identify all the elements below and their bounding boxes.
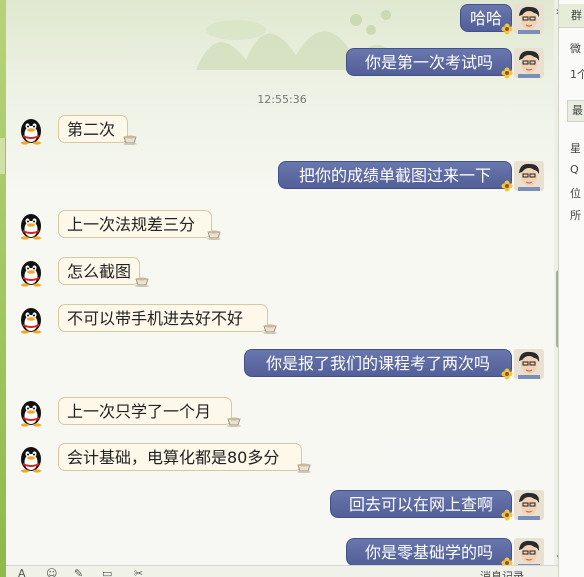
message-bubble: 回去可以在网上查啊 [330,490,512,518]
user-avatar[interactable] [514,538,544,565]
side-panel-line: 位 [570,187,581,200]
outgoing-message: 你是第一次考试吗 [6,48,558,82]
message-bubble: 你是报了我们的课程考了两次吗 [244,349,512,377]
incoming-message: 上一次只学了一个月 [6,397,558,431]
image-icon[interactable]: ▭ [102,568,112,577]
side-panel-line: 1个 [570,68,584,81]
user-avatar[interactable] [514,161,544,191]
teacup-icon [206,228,222,243]
side-panel-tab-recent[interactable]: 最 [567,100,584,122]
side-panel-line: Q [570,163,579,176]
message-bubble: 你是零基础学的吗 [346,538,512,565]
outgoing-message: 哈哈 [6,4,558,38]
outgoing-message: 回去可以在网上查啊 [6,490,558,524]
teacup-icon [226,415,242,430]
outgoing-message: 你是零基础学的吗 [6,538,558,565]
chat-message-area: 12:55:36 哈哈你是第一次考试吗第二次把你的成绩单截图过来一下上一次法规差… [6,0,558,565]
incoming-message: 上一次法规差三分 [6,210,558,244]
qq-penguin-icon[interactable] [16,443,46,473]
qq-penguin-icon[interactable] [16,397,46,427]
scissors-icon[interactable]: ✂ [134,568,143,577]
qq-penguin-icon[interactable] [16,210,46,240]
user-avatar[interactable] [514,349,544,379]
outgoing-message: 把你的成绩单截图过来一下 [6,161,558,195]
qq-penguin-icon[interactable] [16,115,46,145]
group-info-side-panel: 群 微 1个 最 星 Q 位 所 [558,0,584,577]
incoming-message: 怎么截图 [6,257,558,291]
flower-icon [500,22,514,39]
teacup-icon [296,461,312,476]
side-panel-line: 星 [570,142,581,155]
message-bubble: 上一次法规差三分 [58,210,212,238]
flower-icon [500,367,514,384]
teacup-icon [122,133,138,148]
message-bubble: 不可以带手机进去好不好 [58,304,268,332]
incoming-message: 不可以带手机进去好不好 [6,304,558,338]
teacup-icon [134,275,150,290]
qq-penguin-icon[interactable] [16,304,46,334]
side-panel-tab[interactable]: 群 [559,4,584,28]
message-bubble: 会计基础，电算化都是80多分 [58,443,302,471]
outgoing-message: 你是报了我们的课程考了两次吗 [6,349,558,383]
flower-icon [500,66,514,83]
incoming-message: 第二次 [6,115,558,149]
message-history-button[interactable]: 消息记录 [480,568,524,577]
message-bubble: 第二次 [58,115,128,143]
incoming-message: 会计基础，电算化都是80多分 [6,443,558,477]
message-bubble: 怎么截图 [58,257,140,285]
side-panel-line: 所 [570,209,581,222]
message-bubble: 上一次只学了一个月 [58,397,232,425]
user-avatar[interactable] [514,490,544,520]
input-toolbar: A ☺ ✎ ▭ ✂ 消息记录 [6,565,558,577]
font-icon[interactable]: A [18,568,26,577]
user-avatar[interactable] [514,48,544,78]
flower-icon [500,556,514,565]
message-bubble: 你是第一次考试吗 [346,48,512,76]
message-timestamp: 12:55:36 [257,93,307,106]
edit-icon[interactable]: ✎ [74,568,83,577]
side-panel-line: 微 [570,42,581,55]
flower-icon [500,179,514,196]
emoji-icon[interactable]: ☺ [46,568,57,577]
qq-penguin-icon[interactable] [16,257,46,287]
flower-icon [500,508,514,525]
teacup-icon [262,322,278,337]
user-avatar[interactable] [514,4,544,34]
message-bubble: 把你的成绩单截图过来一下 [278,161,512,189]
